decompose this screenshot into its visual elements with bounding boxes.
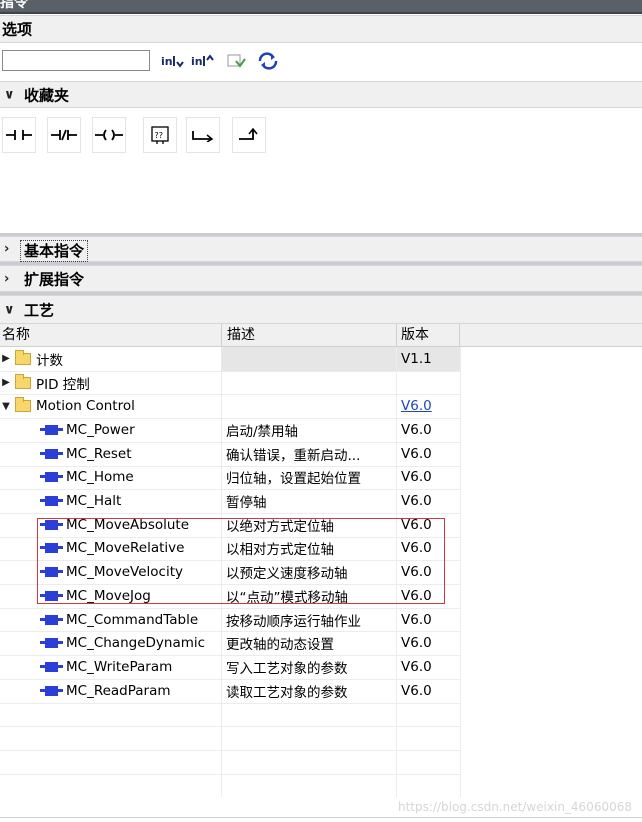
search-input[interactable] (2, 50, 150, 71)
column-header-name[interactable]: 名称 (0, 324, 222, 346)
column-header-version[interactable]: 版本 (397, 324, 460, 346)
row-description: 启动/禁用轴 (226, 423, 299, 440)
tree-row-instruction[interactable]: MC_CommandTable 按移动顺序运行轴作业 V6.0 (0, 608, 460, 632)
table-header: 名称 描述 版本 (0, 324, 642, 347)
expand-arrow-icon[interactable]: ▶ (0, 353, 12, 364)
bottom-border (0, 817, 642, 818)
tree-row-folder[interactable]: ▶ PID 控制 (0, 371, 460, 395)
row-name: Motion Control (36, 398, 135, 415)
function-block-icon (40, 424, 63, 436)
row-description: 归位轴，设置起始位置 (226, 471, 361, 488)
row-description (222, 347, 396, 371)
window-title: 指令 (0, 0, 28, 11)
options-title: 选项 (2, 20, 33, 39)
options-toolbar: in in (0, 43, 642, 79)
function-block-icon (40, 661, 63, 673)
row-name: MC_ReadParam (66, 682, 171, 699)
expand-arrow-icon[interactable]: ▶ (0, 377, 12, 388)
function-block-icon (40, 637, 63, 649)
row-description: 按移动顺序运行轴作业 (226, 613, 361, 630)
svg-text:??: ?? (155, 131, 164, 140)
row-description: 读取工艺对象的参数 (226, 684, 348, 701)
update-icon[interactable] (256, 51, 280, 71)
basic-instructions-title: 基本指令 (20, 240, 89, 262)
expand-all-icon[interactable]: in (160, 51, 186, 71)
row-version (397, 371, 460, 395)
favorites-panel: ?? (0, 108, 642, 233)
tree-row-instruction[interactable]: MC_Power 启动/禁用轴 V6.0 (0, 418, 460, 442)
function-block-icon (40, 614, 63, 626)
grid-line (460, 347, 461, 797)
version-icon[interactable] (226, 51, 248, 71)
version-link[interactable]: V6.0 (401, 398, 432, 414)
row-description: 更改轴的动态设置 (226, 637, 334, 654)
tree-row-instruction[interactable]: MC_Halt 暂停轴 V6.0 (0, 489, 460, 513)
tree-row-instruction[interactable]: MC_ReadParam 读取工艺对象的参数 V6.0 (0, 679, 460, 703)
tree-row-instruction[interactable]: MC_WriteParam 写入工艺对象的参数 V6.0 (0, 655, 460, 679)
row-version: V6.0 (401, 682, 432, 699)
chevron-down-icon: ∨ (4, 87, 15, 102)
collapse-all-icon[interactable]: in (190, 51, 216, 71)
row-version: V6.0 (401, 635, 432, 652)
row-version: V6.0 (401, 658, 432, 675)
chevron-right-icon: › (4, 241, 10, 257)
row-description: 确认错误，重新启动... (226, 447, 361, 464)
extended-instructions-header[interactable]: › 扩展指令 (0, 265, 642, 292)
technology-title: 工艺 (24, 301, 55, 319)
chevron-down-icon: ∨ (4, 302, 15, 317)
empty-box-icon[interactable]: ?? (143, 117, 177, 153)
tree-row-folder[interactable]: ▶ 计数 V1.1 (0, 347, 460, 371)
row-version: V6.0 (401, 445, 432, 462)
function-block-icon (40, 448, 63, 460)
svg-text:in: in (191, 55, 203, 68)
chevron-right-icon: › (4, 271, 10, 286)
technology-header[interactable]: ∨ 工艺 (0, 295, 642, 324)
row-version: V6.0 (401, 611, 432, 628)
row-name: MC_ChangeDynamic (66, 635, 206, 652)
row-name: MC_WriteParam (66, 658, 173, 675)
row-description (222, 394, 396, 418)
row-name: MC_Power (66, 421, 135, 438)
tree-row-instruction[interactable]: MC_ChangeDynamic 更改轴的动态设置 V6.0 (0, 631, 460, 655)
row-version: V6.0 (401, 421, 432, 438)
row-version: V6.0 (401, 469, 432, 486)
highlight-box (37, 518, 445, 604)
tree-row-folder[interactable]: ▼ Motion Control V6.0 (0, 394, 460, 418)
collapse-arrow-icon[interactable]: ▼ (0, 401, 12, 412)
row-name: 计数 (36, 352, 63, 369)
row-description (222, 371, 396, 395)
open-branch-icon[interactable] (186, 117, 220, 153)
window-title-bar: 指令 (0, 0, 642, 14)
function-block-icon (40, 685, 63, 697)
folder-icon (15, 373, 31, 389)
row-version: V1.1 (397, 347, 460, 371)
row-name: PID 控制 (36, 376, 90, 393)
favorites-header[interactable]: ∨ 收藏夹 (0, 81, 642, 108)
coil-icon[interactable] (92, 117, 126, 153)
folder-icon (15, 349, 31, 365)
svg-text:in: in (161, 55, 173, 68)
tree-row-instruction[interactable]: MC_Reset 确认错误，重新启动... V6.0 (0, 442, 460, 466)
close-branch-icon[interactable] (232, 117, 266, 153)
row-name: MC_Reset (66, 445, 132, 462)
row-name: MC_CommandTable (66, 611, 199, 628)
watermark: https://blog.csdn.net/weixin_46060068 (397, 800, 632, 814)
favorites-title: 收藏夹 (24, 86, 70, 104)
row-description: 写入工艺对象的参数 (226, 660, 348, 677)
row-description: 暂停轴 (226, 495, 267, 512)
function-block-icon (40, 495, 63, 507)
options-header: 选项 (0, 15, 642, 43)
extended-instructions-title: 扩展指令 (24, 270, 85, 288)
function-block-icon (40, 471, 63, 483)
column-header-description[interactable]: 描述 (222, 324, 397, 346)
row-version: V6.0 (401, 493, 432, 510)
folder-icon (15, 397, 31, 413)
no-contact-icon[interactable] (2, 117, 36, 153)
row-name: MC_Halt (66, 493, 122, 510)
nc-contact-icon[interactable] (47, 117, 81, 153)
row-name: MC_Home (66, 469, 134, 486)
tree-row-instruction[interactable]: MC_Home 归位轴，设置起始位置 V6.0 (0, 466, 460, 490)
basic-instructions-header[interactable]: › 基本指令 (0, 236, 642, 262)
